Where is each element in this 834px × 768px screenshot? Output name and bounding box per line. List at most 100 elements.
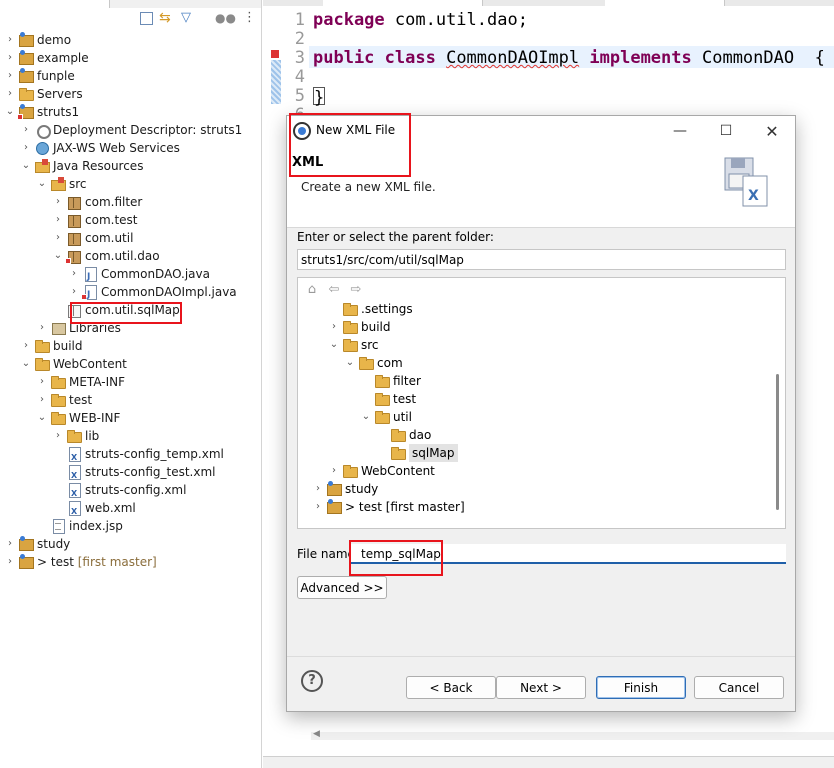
view-menu-icon[interactable]: ●● <box>215 10 236 26</box>
tree-item-struts-config-temp[interactable]: struts-config_temp.xml <box>52 445 224 467</box>
editor-tab-commondao[interactable] <box>323 0 483 6</box>
chevron-right-icon[interactable]: › <box>4 553 16 571</box>
finish-button[interactable]: Finish <box>596 676 686 699</box>
tree-item-example[interactable]: › example <box>4 49 89 67</box>
chevron-right-icon[interactable]: › <box>312 480 324 498</box>
close-icon[interactable]: ✕ <box>749 116 795 146</box>
back-button[interactable]: < Back <box>406 676 496 699</box>
tree-item-com-test[interactable]: › com.test <box>52 211 138 229</box>
tree-vertical-scrollbar[interactable] <box>771 302 785 528</box>
chevron-right-icon[interactable]: › <box>52 193 64 211</box>
folder-icon <box>390 427 406 443</box>
folder-tree-item[interactable]: › build <box>328 318 391 336</box>
tree-item-demo[interactable]: › demo <box>4 31 71 49</box>
chevron-right-icon[interactable]: › <box>4 67 16 85</box>
tree-item-web-inf[interactable]: ⌄ WEB-INF <box>36 409 120 427</box>
tree-item-test-folder[interactable]: › test <box>36 391 92 409</box>
tree-item-struts1[interactable]: ⌄ struts1 <box>4 103 79 121</box>
chevron-right-icon[interactable]: › <box>20 337 32 355</box>
tree-item-jaxws[interactable]: › JAX-WS Web Services <box>20 139 180 157</box>
parent-folder-tree[interactable]: ⌂ ⇦ ⇨ .settings › build ⌄ src ⌄ com filter … <box>297 277 786 529</box>
folder-tree-item[interactable]: ⌄ com <box>344 354 403 372</box>
tree-item-struts-config-test[interactable]: struts-config_test.xml <box>52 463 216 485</box>
editor-tab-commondaoimpl[interactable] <box>605 0 725 6</box>
tree-item-study[interactable]: › study <box>4 535 70 553</box>
chevron-right-icon[interactable]: › <box>328 462 340 480</box>
chevron-right-icon[interactable]: › <box>312 498 324 516</box>
horizontal-scrollbar[interactable]: ◀ <box>311 729 834 740</box>
tree-item-lib[interactable]: › lib <box>52 427 99 445</box>
chevron-right-icon[interactable]: › <box>36 391 48 409</box>
tree-item-struts-config[interactable]: struts-config.xml <box>52 481 186 503</box>
tree-item-com-filter[interactable]: › com.filter <box>52 193 142 211</box>
folder-tree-item[interactable]: .settings <box>328 300 413 318</box>
folder-tree-item[interactable]: filter <box>360 372 421 390</box>
project-explorer-tab[interactable] <box>0 0 110 8</box>
help-icon[interactable]: ? <box>301 670 323 692</box>
chevron-down-icon[interactable]: ⌄ <box>4 103 16 121</box>
chevron-right-icon[interactable]: › <box>20 139 32 157</box>
chevron-down-icon[interactable]: ⌄ <box>36 175 48 193</box>
more-options-icon[interactable]: ⋮ <box>243 10 259 26</box>
chevron-right-icon[interactable]: › <box>4 85 16 103</box>
folder-tree-item[interactable]: › > test [first master] <box>312 498 465 516</box>
closing-brace: } <box>313 87 326 108</box>
chevron-right-icon[interactable]: › <box>4 31 16 49</box>
chevron-down-icon[interactable]: ⌄ <box>52 247 64 265</box>
tree-item-com-util[interactable]: › com.util <box>52 229 133 247</box>
chevron-right-icon[interactable]: › <box>36 373 48 391</box>
back-arrow-icon[interactable]: ⇦ <box>326 282 342 298</box>
advanced-button[interactable]: Advanced >> <box>297 576 387 599</box>
home-icon[interactable]: ⌂ <box>304 282 320 298</box>
folder-tree-item[interactable]: dao <box>376 426 431 444</box>
filter-icon[interactable]: ▽ <box>181 10 197 26</box>
tree-item-commondao-java[interactable]: › CommonDAO.java <box>68 265 210 286</box>
parent-folder-input[interactable]: struts1/src/com/util/sqlMap <box>297 249 786 270</box>
chevron-down-icon[interactable]: ⌄ <box>20 355 32 373</box>
tree-item-src[interactable]: ⌄ src <box>36 175 87 193</box>
tree-item-webcontent[interactable]: ⌄ WebContent <box>20 355 127 373</box>
chevron-down-icon[interactable]: ⌄ <box>328 336 340 354</box>
chevron-down-icon[interactable]: ⌄ <box>36 409 48 427</box>
scroll-left-icon[interactable]: ◀ <box>313 729 320 739</box>
folder-tree-item[interactable]: › study <box>312 480 378 498</box>
chevron-right-icon[interactable]: › <box>52 427 64 445</box>
folder-tree-item[interactable]: › WebContent <box>328 462 435 480</box>
chevron-right-icon[interactable]: › <box>4 535 16 553</box>
chevron-right-icon[interactable]: › <box>68 283 80 301</box>
cancel-button[interactable]: Cancel <box>694 676 784 699</box>
tree-item-commondaoimpl-java[interactable]: › CommonDAOImpl.java <box>68 283 237 304</box>
tree-item-deployment-descriptor[interactable]: › Deployment Descriptor: struts1 <box>20 121 242 139</box>
minimize-icon[interactable]: — <box>657 116 703 146</box>
chevron-right-icon[interactable]: › <box>20 121 32 139</box>
chevron-down-icon[interactable]: ⌄ <box>344 354 356 372</box>
tree-item-test-project[interactable]: › > test [first master] <box>4 553 157 571</box>
tree-item-meta-inf[interactable]: › META-INF <box>36 373 125 391</box>
chevron-right-icon[interactable]: › <box>52 211 64 229</box>
folder-tree-item[interactable]: ⌄ src <box>328 336 379 354</box>
link-editor-icon[interactable]: ⇆ <box>159 10 175 26</box>
chevron-right-icon[interactable]: › <box>52 229 64 247</box>
forward-arrow-icon[interactable]: ⇨ <box>348 282 364 298</box>
tree-item-servers[interactable]: › Servers <box>4 85 83 103</box>
tree-item-com-util-dao[interactable]: ⌄ com.util.dao <box>52 247 160 265</box>
collapse-all-icon[interactable] <box>140 11 153 25</box>
folder-tree-item[interactable]: ⌄ util <box>360 408 412 426</box>
maximize-icon[interactable]: ☐ <box>703 116 749 146</box>
folder-tree-item-selected[interactable]: sqlMap <box>376 444 458 462</box>
folder-label: WebContent <box>361 464 435 478</box>
folder-tree-item[interactable]: test <box>360 390 416 408</box>
chevron-down-icon[interactable]: ⌄ <box>20 157 32 175</box>
chevron-right-icon[interactable]: › <box>4 49 16 67</box>
next-button[interactable]: Next > <box>496 676 586 699</box>
tree-item-java-resources[interactable]: ⌄ Java Resources <box>20 157 143 175</box>
chevron-right-icon[interactable]: › <box>328 318 340 336</box>
chevron-down-icon[interactable]: ⌄ <box>360 408 372 426</box>
chevron-right-icon[interactable]: › <box>68 265 80 283</box>
tree-item-index-jsp[interactable]: index.jsp <box>36 517 123 535</box>
scrollbar-thumb[interactable] <box>776 374 779 510</box>
chevron-right-icon[interactable]: › <box>36 319 48 337</box>
tree-item-funple[interactable]: › funple <box>4 67 75 85</box>
tree-item-web-xml[interactable]: web.xml <box>52 499 136 521</box>
tree-item-build[interactable]: › build <box>20 337 83 355</box>
